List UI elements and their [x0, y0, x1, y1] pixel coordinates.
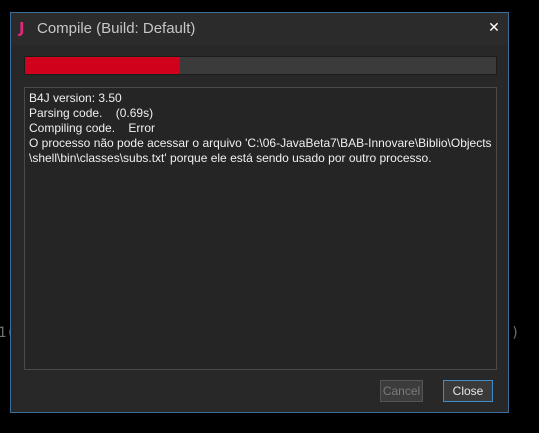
cancel-button[interactable]: Cancel — [380, 380, 423, 402]
log-line: Compiling code. Error — [29, 121, 156, 135]
progress-bar-fill — [25, 57, 181, 74]
log-line: O processo não pode acessar o arquivo 'C… — [29, 136, 492, 150]
log-line: B4J version: 3.50 — [29, 91, 122, 105]
close-icon[interactable]: ✕ — [487, 19, 501, 37]
compile-progress-bar — [24, 56, 497, 75]
log-line: \shell\bin\classes\subs.txt' porque ele … — [29, 151, 432, 165]
compile-dialog: J Compile (Build: Default) ✕ B4J version… — [10, 12, 509, 413]
b4j-app-icon: J — [19, 19, 25, 37]
compile-log-output[interactable]: B4J version: 3.50 Parsing code. (0.69s) … — [24, 87, 497, 370]
log-line: Parsing code. (0.69s) — [29, 106, 154, 120]
dialog-title: Compile (Build: Default) — [37, 20, 196, 37]
close-button[interactable]: Close — [443, 380, 493, 402]
dialog-titlebar[interactable]: J Compile (Build: Default) ✕ — [11, 13, 508, 45]
background-code-fragment-right: ) — [511, 325, 520, 341]
